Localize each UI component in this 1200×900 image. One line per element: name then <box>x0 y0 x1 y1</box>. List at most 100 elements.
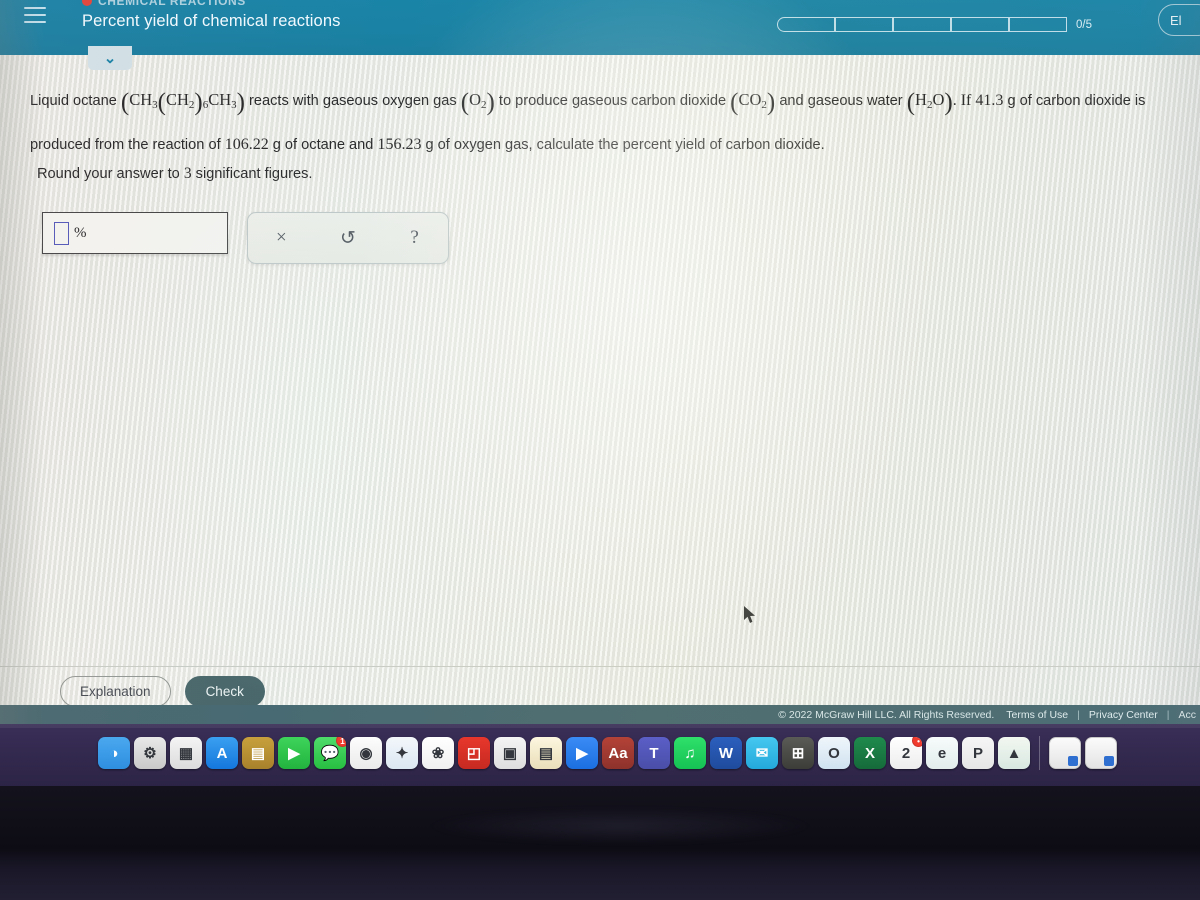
dock-icon-notes[interactable]: ▤ <box>242 737 274 769</box>
topic-eyebrow-label: CHEMICAL REACTIONS <box>98 0 246 8</box>
mouse-cursor-icon <box>744 606 755 623</box>
dock-badge: 1 <box>336 737 346 747</box>
dock-icon-outlook[interactable]: O <box>818 737 850 769</box>
dock-icon-screenshot[interactable]: ▣ <box>494 737 526 769</box>
formula-octane-ch3a: CH3 <box>129 90 158 111</box>
progress-segment <box>1009 17 1067 32</box>
formula-octane-ch2: CH2 <box>165 90 195 111</box>
dock-glyph: ♫ <box>684 744 696 762</box>
dock-glyph: ◑ <box>109 744 119 762</box>
dock-icon-keynote[interactable]: ◰ <box>458 737 490 769</box>
dock-icon-facetime[interactable]: ▶ <box>278 737 310 769</box>
dock-icon-spotify[interactable]: ♫ <box>674 737 706 769</box>
dock-icon-chrome[interactable]: ◉ <box>350 737 382 769</box>
dock-icon-app-store[interactable]: A <box>206 737 238 769</box>
dock-glyph: ▶ <box>576 744 588 762</box>
topic-dot-icon <box>82 0 92 6</box>
dock-glyph: ✉ <box>755 744 769 762</box>
dock-glyph: ⊞ <box>791 744 805 762</box>
paren-open-inner: ( <box>157 89 166 116</box>
dock-icon-teams[interactable]: T <box>638 737 670 769</box>
dock-glyph: 💬 <box>320 744 340 762</box>
account-label: El <box>1170 12 1182 28</box>
formula-octane-ch3b: CH3 <box>208 90 237 111</box>
chevron-down-icon: ⌄ <box>103 50 117 67</box>
dock-glyph: ▣ <box>502 744 518 762</box>
accessibility-link[interactable]: Acc <box>1178 709 1196 721</box>
undo-icon[interactable]: ↺ <box>327 227 369 250</box>
dock-glyph: T <box>649 744 659 762</box>
account-button[interactable]: El <box>1158 4 1200 36</box>
problem-text-2: reacts with gaseous oxygen gas <box>249 93 457 109</box>
progress-segment <box>893 17 951 32</box>
dock-icon-edge[interactable]: e <box>926 737 958 769</box>
quiz-page: CHEMICAL REACTIONS Percent yield of chem… <box>0 0 1200 724</box>
screen-photo: CHEMICAL REACTIONS Percent yield of chem… <box>0 0 1200 900</box>
check-button[interactable]: Check <box>184 676 265 707</box>
dock-glyph: ❀ <box>431 744 445 762</box>
dock-icon-maps[interactable]: ▲ <box>998 737 1030 769</box>
dock: ◑ ⚙ ▦ A ▤ ▶ 💬 1 ◉ ✦ ❀ ◰ ▣ ▤ ▶ Aa T ♫ W ✉ ⊞ O X 2 • e P ▲ <box>98 729 1117 777</box>
collapse-tab-button[interactable]: ⌄ <box>88 46 132 70</box>
privacy-center-link[interactable]: Privacy Center <box>1089 709 1158 721</box>
dock-icon-messages[interactable]: 💬 1 <box>314 737 346 769</box>
dock-icon-calendar-app[interactable]: ▤ <box>530 737 562 769</box>
dock-icon-photos[interactable]: ❀ <box>422 737 454 769</box>
paren-close: ) <box>236 89 245 116</box>
dock-icon-calculator[interactable]: ⊞ <box>782 737 814 769</box>
copyright-text: © 2022 McGraw Hill LLC. All Rights Reser… <box>778 708 995 721</box>
dock-icon-excel[interactable]: X <box>854 737 886 769</box>
paren-close-inner: ) <box>194 89 203 116</box>
rounding-sigfigs: 3 <box>183 165 192 182</box>
dock-icon-calendar[interactable]: 2 • <box>890 737 922 769</box>
problem-statement: Liquid octane (CH3(CH2)6CH3) reacts with… <box>30 80 1180 165</box>
progress-bar: 0/5 <box>777 17 1092 32</box>
paren-close-co2: ) <box>766 89 776 116</box>
document-badge-icon <box>1104 756 1114 766</box>
dock-glyph: ▤ <box>250 744 266 762</box>
dock-glyph: 2 <box>901 744 911 762</box>
rounding-instruction: Round your answer to 3 significant figur… <box>37 165 312 183</box>
dock-glyph: ▦ <box>178 744 194 762</box>
dock-icon-launchpad[interactable]: ▦ <box>170 737 202 769</box>
problem-text-8: g of oxygen gas, calculate the percent y… <box>425 137 825 153</box>
problem-text-1: Liquid octane <box>30 93 117 109</box>
hamburger-icon[interactable] <box>24 2 46 28</box>
clear-icon[interactable]: × <box>260 227 302 249</box>
dock-icon-system-preferences[interactable]: ⚙ <box>134 737 166 769</box>
answer-placeholder-box <box>54 221 69 245</box>
dock-glyph: ▤ <box>538 744 554 762</box>
bezel-reflection <box>430 808 810 844</box>
dock-glyph: O <box>828 744 840 762</box>
dock-glyph: ▶ <box>288 744 300 762</box>
formula-oxygen: O2 <box>469 90 487 111</box>
dock-glyph: ◰ <box>466 744 482 762</box>
dock-glyph: ◉ <box>359 744 373 762</box>
problem-text-3: to produce gaseous carbon dioxide <box>498 93 727 109</box>
help-icon[interactable]: ? <box>394 227 436 249</box>
dock-icon-document-thumbnail-2[interactable] <box>1085 737 1117 769</box>
dock-glyph: W <box>718 744 734 762</box>
dock-glyph: X <box>864 744 875 762</box>
terms-of-use-link[interactable]: Terms of Use <box>1006 709 1068 721</box>
dock-icon-word[interactable]: W <box>710 737 742 769</box>
problem-text-4: and gaseous water <box>779 93 903 109</box>
answer-input[interactable]: % <box>42 212 228 254</box>
dock-icon-zoom[interactable]: ▶ <box>566 737 598 769</box>
paren-open-co2: ( <box>730 89 739 116</box>
dock-icon-safari[interactable]: ✦ <box>386 737 418 769</box>
dock-icon-document-thumbnail-1[interactable] <box>1049 737 1081 769</box>
explanation-button[interactable]: Explanation <box>60 676 171 707</box>
dock-glyph: ▲ <box>1006 744 1022 762</box>
topic-eyebrow: CHEMICAL REACTIONS <box>82 0 246 8</box>
paren-close-o2: ) <box>486 89 495 116</box>
problem-text-5: . If <box>952 92 972 109</box>
dock-icon-powerpoint[interactable]: P <box>962 737 994 769</box>
dock-icon-mail[interactable]: ✉ <box>746 737 778 769</box>
app-header: CHEMICAL REACTIONS Percent yield of chem… <box>0 0 1200 55</box>
page-title: Percent yield of chemical reactions <box>82 12 341 30</box>
progress-segment <box>777 17 835 32</box>
dock-icon-finder[interactable]: ◑ <box>98 737 130 769</box>
dock-icon-dictionary[interactable]: Aa <box>602 737 634 769</box>
paren-close-h2o: ) <box>944 89 953 116</box>
